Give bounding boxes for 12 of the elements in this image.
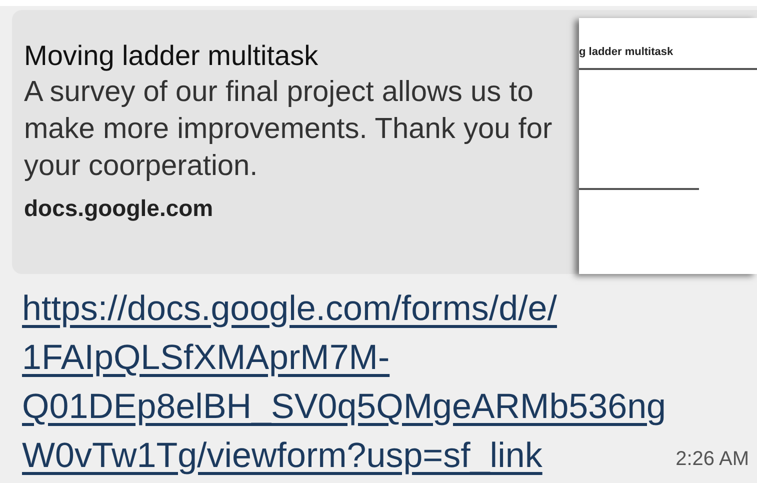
url-link[interactable]: W0vTw1Tg/viewform?usp=sf_link bbox=[22, 431, 542, 480]
link-preview-card[interactable]: Moving ladder multitask A survey of our final project allows us to make more improvements. Thank you for your coorperation. docs.google.com g ladder multitask bbox=[12, 10, 757, 274]
preview-domain: docs.google.com bbox=[24, 194, 214, 223]
preview-description: A survey of our final project allows us to make more improvements. Thank you for your coorperation. bbox=[24, 75, 554, 184]
blurred-text-line-icon bbox=[579, 186, 699, 190]
blurred-text-line-icon bbox=[579, 66, 757, 70]
url-link[interactable]: https://docs.google.com/forms/d/e/ bbox=[22, 284, 557, 333]
preview-title: Moving ladder multitask bbox=[24, 40, 320, 72]
url-link[interactable]: Q01DEp8elBH_SV0q5QMgeARMb536ng bbox=[22, 382, 666, 431]
thumbnail-title: g ladder multitask bbox=[579, 45, 674, 60]
message-time: 2:26 AM bbox=[676, 447, 749, 472]
url-link[interactable]: 1FAIpQLSfXMAprM7M- bbox=[22, 333, 390, 382]
